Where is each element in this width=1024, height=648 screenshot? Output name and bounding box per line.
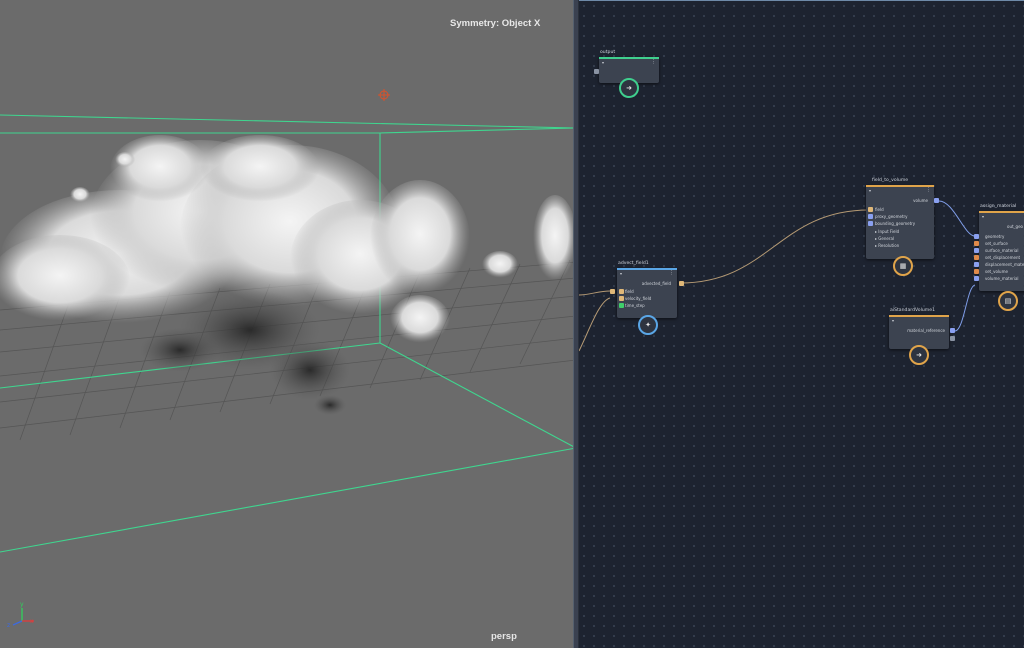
port-label-material-reference: material_reference <box>907 328 945 333</box>
cloud-volume <box>0 135 576 415</box>
input-port-field[interactable] <box>619 289 624 294</box>
port-label-set-volume: set_volume <box>985 269 1008 274</box>
output-port-material-reference[interactable] <box>950 328 955 333</box>
port-label-bounding-geometry: bounding_geometry <box>875 221 916 226</box>
arrow-right-icon: ➜ <box>619 78 639 98</box>
input-port-time-step[interactable] <box>619 303 624 308</box>
collapse-chevron-icon[interactable]: ▾ <box>892 318 894 323</box>
input-port-set-displacement[interactable] <box>974 255 979 260</box>
standard-volume-node[interactable]: ▾ material_reference <box>889 315 949 349</box>
port-label-advected-field: advected_field <box>641 281 671 286</box>
volume-cube-icon: ▦ <box>893 256 913 276</box>
viewport-scene <box>0 89 576 626</box>
assign-material-node-title: assign_material <box>980 204 1017 209</box>
arrow-right-icon: ➜ <box>909 345 929 365</box>
port-label-volume: volume <box>913 198 928 203</box>
input-port-proxy-geometry[interactable] <box>868 214 873 219</box>
axis-label-x: x <box>30 618 34 625</box>
port-label-set-surface: set_surface <box>985 241 1008 246</box>
input-port-set-volume[interactable] <box>974 269 979 274</box>
input-port-surface-material[interactable] <box>974 248 979 253</box>
input-port-geometry[interactable] <box>974 234 979 239</box>
advect-field-node[interactable]: ▾ ⋮ advected_field field velocity_field t… <box>617 268 677 318</box>
group-input-field[interactable]: ▸ Input Field <box>875 229 899 234</box>
port-label-field: field <box>625 289 634 294</box>
symmetry-label: Symmetry: Object X <box>450 18 541 29</box>
output-input-port[interactable] <box>594 69 599 74</box>
pivot-marker <box>378 89 390 101</box>
output-port-advected-field[interactable] <box>679 281 684 286</box>
node-menu-icon[interactable]: ⋮ <box>926 187 931 193</box>
input-port-volume-material[interactable] <box>974 276 979 281</box>
port-label-proxy-geometry: proxy_geometry <box>875 214 908 219</box>
input-port-bounding-geometry[interactable] <box>868 221 873 226</box>
add-port-button[interactable] <box>950 336 955 341</box>
input-port-velocity-field[interactable] <box>619 296 624 301</box>
output-node-title: output <box>600 50 616 55</box>
field-to-volume-node[interactable]: ▾ ⋮ volume field proxy_geometry bounding_… <box>866 185 934 259</box>
group-resolution[interactable]: ▸ Resolution <box>875 243 899 248</box>
node-graph-editor[interactable]: output ▾ ⋮ ➜ advect_field1 ▾ ⋮ advected_fi… <box>579 0 1024 648</box>
collapse-chevron-icon[interactable]: ▾ <box>982 214 984 219</box>
field-to-volume-node-title: field_to_volume <box>872 178 909 183</box>
3d-viewport[interactable]: Symmetry: Object X persp y x z <box>0 0 576 648</box>
port-label-set-displacement: set_displacement <box>985 255 1021 260</box>
input-port-field[interactable] <box>868 207 873 212</box>
port-label-time-step: time_step <box>625 303 645 308</box>
collapse-chevron-icon[interactable]: ▾ <box>620 271 622 276</box>
camera-label[interactable]: persp <box>491 631 517 642</box>
port-label-volume-material: volume_material <box>985 276 1019 281</box>
group-general[interactable]: ▸ General <box>875 236 894 241</box>
axis-label-z: z <box>7 622 11 629</box>
axis-label-y: y <box>20 601 24 608</box>
node-menu-icon[interactable]: ⋮ <box>669 270 674 276</box>
input-port-set-surface[interactable] <box>974 241 979 246</box>
advect-field-side-port[interactable] <box>610 289 615 294</box>
collapse-chevron-icon[interactable]: ▾ <box>869 188 871 193</box>
port-label-geometry: geometry <box>985 234 1005 239</box>
advect-icon: ✦ <box>638 315 658 335</box>
node-menu-icon[interactable]: ⋮ <box>651 59 656 65</box>
input-port-displacement-material[interactable] <box>974 262 979 267</box>
port-label-surface-material: surface_material <box>985 248 1019 253</box>
collapse-chevron-icon[interactable]: ▾ <box>602 60 604 65</box>
assign-material-node[interactable]: ▾ out_geo geometry set_surface surface_m… <box>979 211 1024 291</box>
port-label-field: field <box>875 207 884 212</box>
output-port-volume[interactable] <box>934 198 939 203</box>
material-icon: ▤ <box>998 291 1018 311</box>
port-label-out-geo: out_geo <box>1007 224 1023 229</box>
standard-volume-node-title: aiStandardVolume1 <box>890 308 935 313</box>
advect-field-node-title: advect_field1 <box>618 261 649 266</box>
port-label-velocity-field: velocity_field <box>625 296 652 301</box>
port-label-displacement-material: displacement_mate <box>985 262 1024 267</box>
